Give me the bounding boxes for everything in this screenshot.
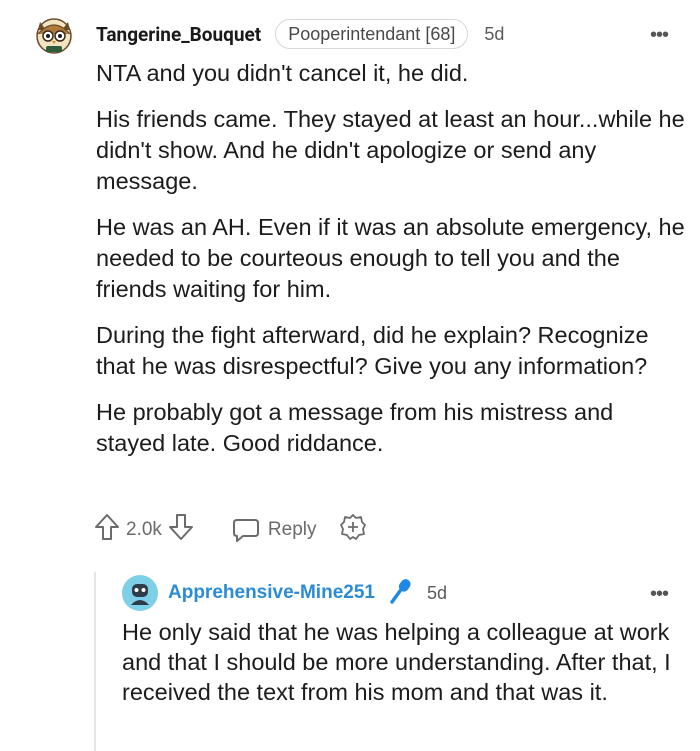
comment-paragraph: NTA and you didn't cancel it, he did. xyxy=(96,60,469,86)
comment-paragraph: During the fight afterward, did he expla… xyxy=(96,322,649,379)
reply-button[interactable]: Reply xyxy=(232,517,317,543)
reply-username[interactable]: Apprehensive-Mine251 xyxy=(168,582,375,604)
user-flair: Pooperintendant [68] xyxy=(275,19,469,49)
vote-count: 2.0k xyxy=(126,519,162,540)
thread-line[interactable] xyxy=(94,572,96,751)
comment-header: Tangerine_Bouquet Pooperintendant [68] 5… xyxy=(96,19,505,49)
reply-icon xyxy=(232,519,259,542)
reply-age: 5d xyxy=(426,582,447,603)
user-avatar[interactable] xyxy=(32,12,76,56)
reply-header: Apprehensive-Mine251 5d xyxy=(168,578,447,609)
more-options-icon[interactable]: ••• xyxy=(650,24,669,47)
reply-more-options-icon[interactable]: ••• xyxy=(650,583,669,606)
comment-paragraph: He was an AH. Even if it was an absolute… xyxy=(96,214,685,302)
comment-body: NTA and you didn't cancel it, he did. Hi… xyxy=(96,58,686,474)
reply-user-avatar[interactable] xyxy=(122,575,158,611)
reply-body: He only said that he was helping a colle… xyxy=(122,619,671,705)
comment-paragraph: His friends came. They stayed at least a… xyxy=(96,106,685,194)
award-plus-icon xyxy=(339,514,366,540)
microphone-icon xyxy=(389,578,413,609)
downvote-icon[interactable] xyxy=(168,513,194,547)
award-button[interactable] xyxy=(339,513,367,547)
comment-username[interactable]: Tangerine_Bouquet xyxy=(96,23,261,46)
upvote-icon[interactable] xyxy=(94,513,120,547)
reply-label: Reply xyxy=(267,519,317,540)
comment-paragraph: He probably got a message from his mistr… xyxy=(96,399,614,456)
comment-actions: 2.0k Reply xyxy=(94,512,367,548)
comment-age: 5d xyxy=(484,23,505,44)
